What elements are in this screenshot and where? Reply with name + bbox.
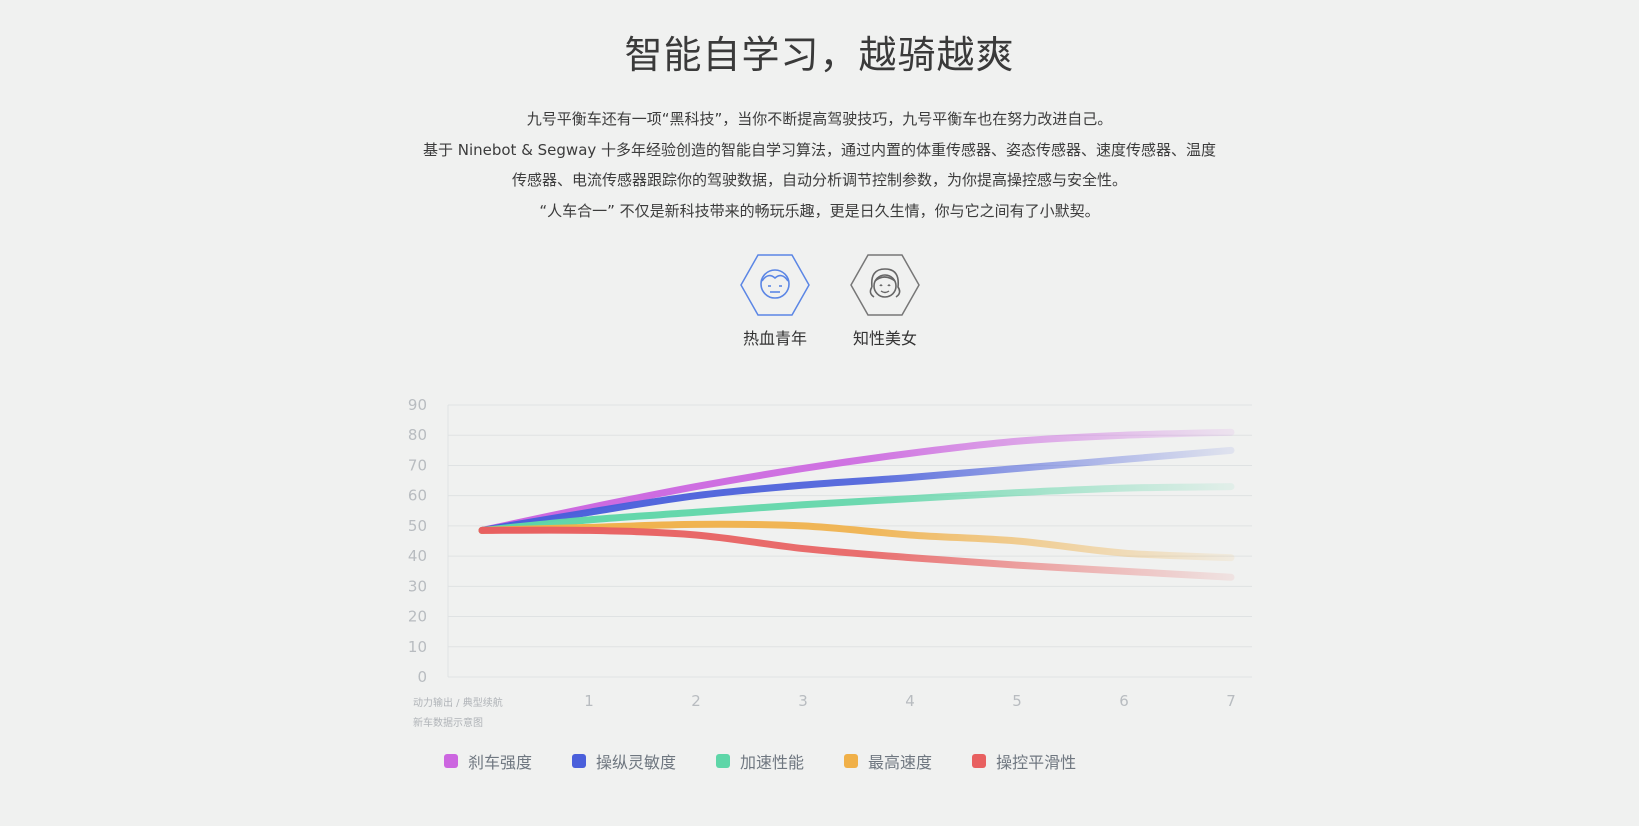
chart-caption: 新车数据示意图: [413, 716, 483, 729]
y-tick-label: 80: [408, 426, 427, 444]
y-tick-label: 0: [417, 668, 427, 686]
x-tick-label: 6: [1119, 692, 1129, 710]
legend-label: 最高速度: [868, 753, 933, 772]
performance-chart: 0102030405060708090 1234567 动力输出 / 典型续航 …: [408, 396, 1252, 729]
x-tick-label: 3: [798, 692, 808, 710]
legend-swatch: [444, 754, 458, 768]
legend-label: 操控平滑性: [996, 753, 1077, 772]
chart-legend: 刹车强度 操纵灵敏度 加速性能 最高速度 操控平滑性: [444, 750, 1116, 772]
legend-label: 操纵灵敏度: [596, 753, 677, 772]
legend-label: 加速性能: [740, 753, 805, 772]
y-tick-label: 20: [408, 608, 427, 626]
x-axis-label: 动力输出 / 典型续航: [413, 696, 503, 709]
legend-item[interactable]: 刹车强度: [444, 749, 532, 773]
x-tick-label: 5: [1012, 692, 1022, 710]
legend-item[interactable]: 操控平滑性: [972, 749, 1076, 773]
y-tick-label: 30: [408, 577, 427, 595]
legend-swatch: [716, 754, 731, 768]
x-tick-label: 4: [905, 692, 915, 710]
legend-item[interactable]: 加速性能: [716, 749, 804, 773]
y-tick-label: 60: [408, 487, 427, 505]
y-tick-label: 90: [408, 396, 427, 414]
x-tick-label: 7: [1226, 692, 1236, 710]
y-tick-label: 10: [408, 638, 427, 656]
legend-swatch: [972, 754, 987, 768]
legend-swatch: [844, 754, 859, 768]
x-tick-label: 2: [691, 692, 701, 710]
y-tick-label: 50: [408, 517, 427, 535]
y-tick-label: 40: [408, 547, 427, 565]
legend-label: 刹车强度: [468, 753, 533, 772]
legend-item[interactable]: 最高速度: [844, 749, 932, 773]
legend-swatch: [572, 754, 587, 768]
legend-item[interactable]: 操纵灵敏度: [572, 749, 676, 773]
x-tick-label: 1: [584, 692, 594, 710]
y-tick-label: 70: [408, 456, 427, 474]
